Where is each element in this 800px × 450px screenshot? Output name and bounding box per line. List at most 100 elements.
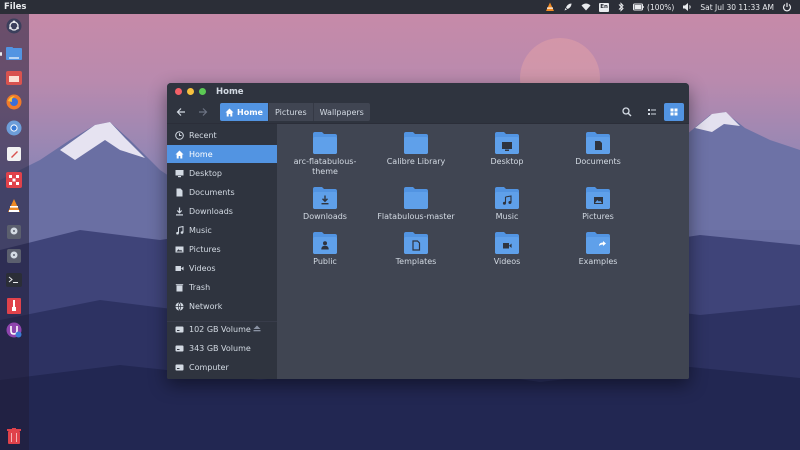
breadcrumb-home-label: Home [237,107,263,117]
breadcrumb: Home Pictures Wallpapers [220,103,370,121]
file-label: Templates [395,257,437,266]
sidebar-item-pictures[interactable]: Pictures [167,240,277,258]
close-window-button[interactable] [175,88,182,95]
desktop-folder-icon [495,132,519,154]
folder-videos[interactable]: Videos [462,232,552,282]
folder-music[interactable]: Music [462,187,552,237]
sidebar-item-network[interactable]: Network [167,297,277,315]
sidebar-item-102gb-volume[interactable]: 102 GB Volume [167,320,277,338]
eject-icon[interactable] [253,325,261,334]
breadcrumb-wallpapers[interactable]: Wallpapers [313,103,370,121]
sidebar-item-recent[interactable]: Recent [167,126,277,144]
search-button[interactable] [617,103,637,121]
sidebar-item-343gb-volume[interactable]: 343 GB Volume [167,339,277,357]
file-label: Desktop [490,157,524,166]
drive-icon [175,326,183,332]
pictures-folder-icon [586,187,610,209]
folder-examples[interactable]: Examples [553,232,643,282]
unity-tweak-icon[interactable] [4,320,24,340]
battery-icon [633,3,644,11]
sidebar-item-label: Recent [189,130,217,140]
rocket-tray-icon[interactable] [563,2,573,12]
keyboard-layout-icon[interactable]: En [599,2,610,12]
sidebar-item-videos[interactable]: Videos [167,259,277,277]
folder-public[interactable]: Public [280,232,370,282]
folder-calibre-library[interactable]: Calibre Library [371,132,461,182]
files-red-icon[interactable] [4,68,24,88]
trash-launcher-icon[interactable] [4,426,24,446]
window-titlebar[interactable]: Home [167,83,689,100]
folder-arc-flatabulous-theme[interactable]: arc-flatabulous-theme [280,132,370,182]
arrow-right-icon [199,108,208,116]
file-label: Pictures [582,212,614,221]
clock[interactable]: Sat Jul 30 11:33 AM [700,3,774,12]
folder-icon [313,132,337,154]
wifi-icon[interactable] [581,2,591,12]
folder-pictures[interactable]: Pictures [553,187,643,237]
power-icon[interactable] [782,2,792,12]
file-label: arc-flatabulous-theme [293,157,357,176]
sidebar-item-computer[interactable]: Computer [167,358,277,376]
file-label: Videos [493,257,521,266]
disk-icon-2[interactable] [4,246,24,266]
sidebar-item-label: Home [189,149,213,159]
computer-icon [175,364,183,370]
folder-templates[interactable]: Templates [371,232,461,282]
list-view-button[interactable] [642,103,662,121]
disk-icon-1[interactable] [4,222,24,242]
bluetooth-icon[interactable] [617,2,625,12]
archive-icon[interactable] [4,296,24,316]
file-manager-window: Home Home Pictures Wallpapers Recent Hom… [167,83,689,379]
firefox-icon[interactable] [4,92,24,112]
toolbar: Home Pictures Wallpapers [167,100,689,124]
clock-icon [174,130,184,140]
sidebar-item-label: Desktop [189,168,222,178]
sidebar-item-music[interactable]: Music [167,221,277,239]
sidebar-item-downloads[interactable]: Downloads [167,202,277,220]
battery-indicator[interactable]: (100%) [633,3,674,12]
breadcrumb-home[interactable]: Home [220,103,269,121]
sidebar-item-home[interactable]: Home [167,145,277,163]
app-menu-title[interactable]: Files [0,2,26,12]
templates-folder-icon [404,232,428,254]
sidebar-item-documents[interactable]: Documents [167,183,277,201]
document-icon [176,188,182,196]
vlc-tray-icon[interactable] [545,2,555,12]
maximize-window-button[interactable] [199,88,206,95]
sidebar-item-label: 102 GB Volume [189,324,251,334]
folder-downloads[interactable]: Downloads [280,187,370,237]
folder-desktop[interactable]: Desktop [462,132,552,182]
back-button[interactable] [173,105,189,119]
minimize-window-button[interactable] [187,88,194,95]
sidebar-item-label: Videos [189,263,216,273]
folder-flatabulous-master[interactable]: Flatabulous-master [371,187,461,237]
file-grid: arc-flatabulous-theme Calibre Library De… [277,124,689,379]
videos-folder-icon [495,232,519,254]
chromium-icon[interactable] [4,118,24,138]
text-editor-icon[interactable] [4,144,24,164]
sidebar-item-trash[interactable]: Trash [167,278,277,296]
grid-view-button[interactable] [664,103,684,121]
sidebar-item-label: 343 GB Volume [189,343,251,353]
list-view-icon [648,109,656,115]
terminal-icon[interactable] [4,270,24,290]
dash-icon[interactable] [4,16,24,36]
sidebar-item-desktop[interactable]: Desktop [167,164,277,182]
volume-icon[interactable] [682,2,692,12]
video-icon [175,265,183,271]
forward-button[interactable] [195,105,211,119]
breadcrumb-pictures[interactable]: Pictures [268,103,314,121]
window-title: Home [216,86,244,97]
sidebar-item-label: Pictures [189,244,221,254]
vlc-icon[interactable] [4,196,24,216]
music-icon [175,225,183,234]
sidebar-item-label: Network [189,301,223,311]
sidebar-item-label: Downloads [189,206,233,216]
search-icon [622,107,632,117]
files-launcher-icon[interactable] [0,44,24,64]
folder-documents[interactable]: Documents [553,132,643,182]
top-panel: Files En (100%) Sat Jul 30 11:33 AM [0,0,800,14]
picture-icon [175,246,183,252]
sidebar-item-label: Music [189,225,212,235]
app-grid-icon[interactable] [4,170,24,190]
